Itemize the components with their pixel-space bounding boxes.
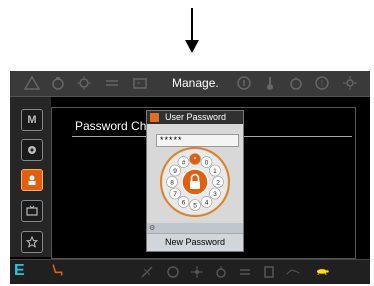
bottom-status-bar: E xyxy=(10,259,370,284)
battery-icon xyxy=(132,75,148,91)
side-menu: M xyxy=(10,97,51,257)
hydraulic-icon xyxy=(140,265,154,279)
keypad-key-label: 3 xyxy=(213,191,217,198)
settings-button[interactable] xyxy=(21,139,43,161)
menu-button-m[interactable]: M xyxy=(21,109,43,131)
fan-icon xyxy=(190,265,204,279)
e-mode-label: E xyxy=(14,262,25,279)
rotary-keypad[interactable]: * 0123456789# xyxy=(159,146,231,218)
coolant-icon xyxy=(238,265,252,279)
keypad-key-label: 2 xyxy=(216,179,220,186)
dialog-title: User Password xyxy=(165,112,227,122)
keypad-key-label: 5 xyxy=(193,202,197,209)
keypad-key-label: 9 xyxy=(173,168,177,175)
star-icon xyxy=(26,236,38,248)
oil-icon xyxy=(214,265,228,279)
filter-icon xyxy=(166,265,180,279)
keypad-key-label: 4 xyxy=(205,199,209,206)
seat-icon xyxy=(50,263,68,281)
screen-title: Manage. xyxy=(172,76,219,90)
gear-icon xyxy=(28,146,36,154)
display-button[interactable] xyxy=(21,200,43,222)
dialog-header: User Password xyxy=(147,111,243,124)
lock-icon xyxy=(150,113,159,122)
tank-icon xyxy=(262,265,276,279)
steering-icon xyxy=(286,265,306,279)
temperature-icon xyxy=(262,75,278,91)
keypad-key-label: 0 xyxy=(205,159,209,166)
wiper-icon xyxy=(104,75,120,91)
work-light-icon xyxy=(342,75,358,91)
keypad-key-label: 8 xyxy=(170,179,174,186)
keypad-key-label: # xyxy=(182,159,186,166)
light-icon xyxy=(76,75,92,91)
engine-icon xyxy=(50,75,66,91)
warning-icon xyxy=(23,75,41,91)
password-change-label: Password Cha xyxy=(75,119,154,133)
down-arrow-icon xyxy=(185,8,199,53)
user-icon xyxy=(28,175,36,185)
new-password-button[interactable]: New Password xyxy=(147,233,243,251)
favorite-button[interactable] xyxy=(21,231,43,253)
user-password-dialog: User Password ***** * 0 1 2 3 4 5 6 7 8 9 # ⚙ New P… xyxy=(146,110,244,252)
keypad-key-label: 6 xyxy=(182,199,186,206)
dialog-footer: ⚙ New Password xyxy=(147,223,243,251)
turtle-icon xyxy=(315,264,345,280)
menu-m-label: M xyxy=(27,114,37,126)
settings-small-icon: ⚙ xyxy=(149,225,156,232)
device-screen: Manage. ! M Password Cha E User Password… xyxy=(10,71,370,284)
keypad-key-label: 1 xyxy=(213,168,217,175)
svg-text:!: ! xyxy=(321,79,323,88)
fuel-icon xyxy=(288,75,304,91)
monitor-icon xyxy=(26,205,38,216)
brake-icon: ! xyxy=(314,75,330,91)
user-button[interactable] xyxy=(21,169,43,191)
info-icon xyxy=(236,75,252,91)
keypad-key-label: 7 xyxy=(173,191,177,198)
top-status-bar: Manage. ! xyxy=(10,71,370,97)
